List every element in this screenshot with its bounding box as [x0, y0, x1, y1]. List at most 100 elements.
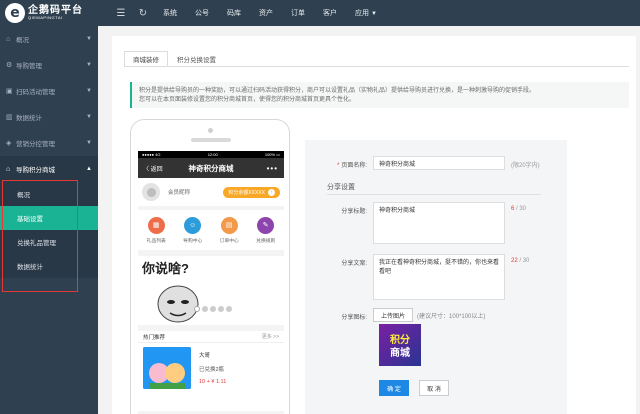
- topnav-orders[interactable]: 订单: [291, 8, 305, 18]
- share-title-counter: 6 / 30: [511, 202, 526, 212]
- share-title-row: 分享标题: 神奇积分商城 6 / 30: [305, 202, 526, 244]
- sidebar-item-points-mall[interactable]: ⌂ 导购积分商城 ▲: [0, 156, 98, 182]
- quick-exchange-rules[interactable]: ✎ 兑换规则: [256, 216, 275, 244]
- product-exchanged: 已兑换2瓶: [199, 367, 225, 373]
- tab-divider: [124, 66, 629, 67]
- banner-carousel[interactable]: 你说啥?: [138, 256, 284, 325]
- points-balance-label: 积分余额XXXXX: [228, 189, 265, 196]
- sidebar-item-overview[interactable]: ⌂ 概况 ▼: [0, 26, 98, 52]
- phone-preview: ●●●●● 4G 12:00 100% ▭ 〈 返回 神奇积分商城 ••• 会员…: [130, 119, 290, 414]
- topnav-code-library[interactable]: 码库: [227, 8, 241, 18]
- sidebar-item-statistics[interactable]: ▥ 数据统计 ▼: [0, 104, 98, 130]
- quick-menu: ▦ 礼品列表 ☺ 导购中心 ▤ 订单中心 ✎ 兑换规则: [138, 210, 284, 250]
- tab-points-exchange-settings[interactable]: 积分兑换设置: [168, 51, 225, 67]
- quick-guide-center[interactable]: ☺ 导购中心: [183, 216, 202, 244]
- share-text-textarea[interactable]: 我正在看神奇积分商城，挺不错的，你也来看看吧: [373, 254, 505, 300]
- banner-image: 你说啥?: [138, 256, 212, 325]
- sidebar-item-label: 营销分控管理: [16, 141, 55, 148]
- more-link[interactable]: 更多 >>: [262, 333, 279, 340]
- phone-title: 神奇积分商城: [188, 163, 234, 173]
- carousel-dot[interactable]: [194, 306, 200, 312]
- share-icon-thumbnail: 积分 商城: [379, 324, 421, 366]
- chevron-down-icon: ▼: [86, 140, 92, 146]
- logo-text: 企鹅码平台 QIEMAPINGTAI: [28, 6, 83, 20]
- refresh-icon[interactable]: ↻: [132, 8, 154, 19]
- page-name-row: * 页面名称: 神奇积分商城 (限20字内): [305, 156, 540, 170]
- topnav-customers[interactable]: 客户: [323, 8, 337, 18]
- page-name-label-text: 页面名称:: [341, 163, 367, 169]
- confirm-button[interactable]: 确 定: [379, 380, 409, 396]
- quick-label: 订单中心: [219, 238, 239, 244]
- quick-label: 礼品列表: [146, 238, 166, 244]
- shield-icon: ◈: [6, 140, 12, 147]
- tab-mall-decoration[interactable]: 商城装修: [124, 51, 168, 67]
- topnav-system[interactable]: 系统: [163, 8, 177, 18]
- home-icon: ⌂: [6, 35, 11, 43]
- member-bar: 会员昵称 积分余额XXXXX ›: [138, 178, 284, 206]
- product-name: 大哥: [199, 353, 211, 359]
- cancel-button[interactable]: 取 消: [419, 380, 449, 396]
- chevron-down-icon: ▼: [86, 62, 92, 68]
- share-title-textarea[interactable]: 神奇积分商城: [373, 202, 505, 244]
- logo-mark-icon: e: [5, 3, 25, 23]
- menu-toggle-icon[interactable]: ☰: [110, 8, 132, 19]
- carousel-dot[interactable]: [210, 306, 216, 312]
- topnav-assets[interactable]: 资产: [259, 8, 273, 18]
- carousel-dot[interactable]: [202, 306, 208, 312]
- share-title-max: / 30: [516, 206, 527, 212]
- sidebar-item-scan-activity[interactable]: ▣ 扫码活动管理 ▼: [0, 78, 98, 104]
- share-text-counter: 22 / 30: [511, 254, 529, 264]
- cog-icon: ⚙: [6, 62, 13, 69]
- share-text-row: 分享文案: 我正在看神奇积分商城，挺不错的，你也来看看吧 22 / 30: [305, 254, 529, 300]
- top-bar: e 企鹅码平台 QIEMAPINGTAI ☰ ↻ 系统 公号 码库 资产 订单 …: [0, 0, 640, 26]
- hot-header: 热门推荐 更多 >>: [138, 331, 284, 343]
- topnav-apps[interactable]: 应用 ▼: [355, 8, 377, 18]
- points-balance-button[interactable]: 积分余额XXXXX ›: [223, 186, 280, 198]
- product-item[interactable]: 大哥 已兑换2瓶 10 + ¥ 1.11: [138, 343, 284, 393]
- signal-text: ●●●●● 4G: [142, 152, 161, 157]
- gift-icon: ▦: [147, 216, 165, 234]
- carousel-dots[interactable]: [194, 306, 234, 312]
- section-divider: [327, 194, 541, 195]
- carousel-dot[interactable]: [218, 306, 224, 312]
- sidebar-item-label: 导购管理: [16, 63, 42, 70]
- chevron-down-icon: ▼: [86, 36, 92, 42]
- quick-order-center[interactable]: ▤ 订单中心: [219, 216, 239, 244]
- svg-text:积分: 积分: [390, 333, 410, 346]
- sidebar-item-guide-management[interactable]: ⚙ 导购管理 ▼: [0, 52, 98, 78]
- clock-text: 12:00: [207, 152, 218, 157]
- cartoon-pig-icon: [143, 347, 191, 389]
- page-name-hint: (限20字内): [511, 163, 540, 169]
- sidebar-item-marketing-control[interactable]: ◈ 营销分控管理 ▼: [0, 130, 98, 156]
- more-icon[interactable]: •••: [267, 164, 278, 173]
- phone-speaker: [191, 138, 231, 142]
- page-name-label: * 页面名称:: [305, 156, 373, 169]
- required-mark: *: [336, 163, 340, 169]
- top-nav: ☰ ↻ 系统 公号 码库 资产 订单 客户 应用 ▼: [110, 0, 386, 26]
- page-name-input[interactable]: 神奇积分商城: [373, 156, 505, 170]
- brand-name-en: QIEMAPINGTAI: [28, 15, 63, 20]
- share-title-label: 分享标题:: [341, 209, 367, 215]
- chevron-up-icon: ▲: [86, 166, 92, 172]
- settings-panel: * 页面名称: 神奇积分商城 (限20字内) 分享设置 分享标题: 神奇积分商城 …: [305, 140, 567, 414]
- logo[interactable]: e 企鹅码平台 QIEMAPINGTAI: [0, 0, 98, 26]
- share-section-title: 分享设置: [327, 184, 355, 191]
- battery-text: 100% ▭: [264, 152, 280, 157]
- hot-recommend: 热门推荐 更多 >> 大哥 已兑换2瓶 10 + ¥ 1.11: [138, 331, 284, 411]
- carousel-dot[interactable]: [226, 306, 232, 312]
- sidebar-item-label: 扫码活动管理: [16, 89, 55, 96]
- share-title-count: 6: [511, 206, 515, 212]
- topnav-official-account[interactable]: 公号: [195, 8, 209, 18]
- banner-text: 你说啥?: [142, 261, 189, 276]
- share-text-label: 分享文案:: [341, 261, 367, 267]
- main-content: 商城装修 积分兑换设置 积分是提供给导购员的一种奖励，可以通过扫码活动获得积分，…: [112, 36, 636, 414]
- topnav-apps-label: 应用: [355, 10, 369, 17]
- quick-gift-list[interactable]: ▦ 礼品列表: [146, 216, 166, 244]
- share-icon-row: 分享图标: 上传图片 (建议尺寸：100*100以上): [305, 308, 485, 322]
- arrow-right-icon: ›: [268, 188, 275, 196]
- upload-image-button[interactable]: 上传图片: [373, 308, 414, 322]
- share-text-max: / 30: [519, 258, 530, 264]
- sidebar-item-label: 导购积分商城: [16, 167, 55, 174]
- chevron-down-icon: ▼: [86, 114, 92, 120]
- notice-line-2: 您可以在本页面装修设置您的积分商城首页，使得您的积分商城首页更具个性化。: [139, 97, 356, 103]
